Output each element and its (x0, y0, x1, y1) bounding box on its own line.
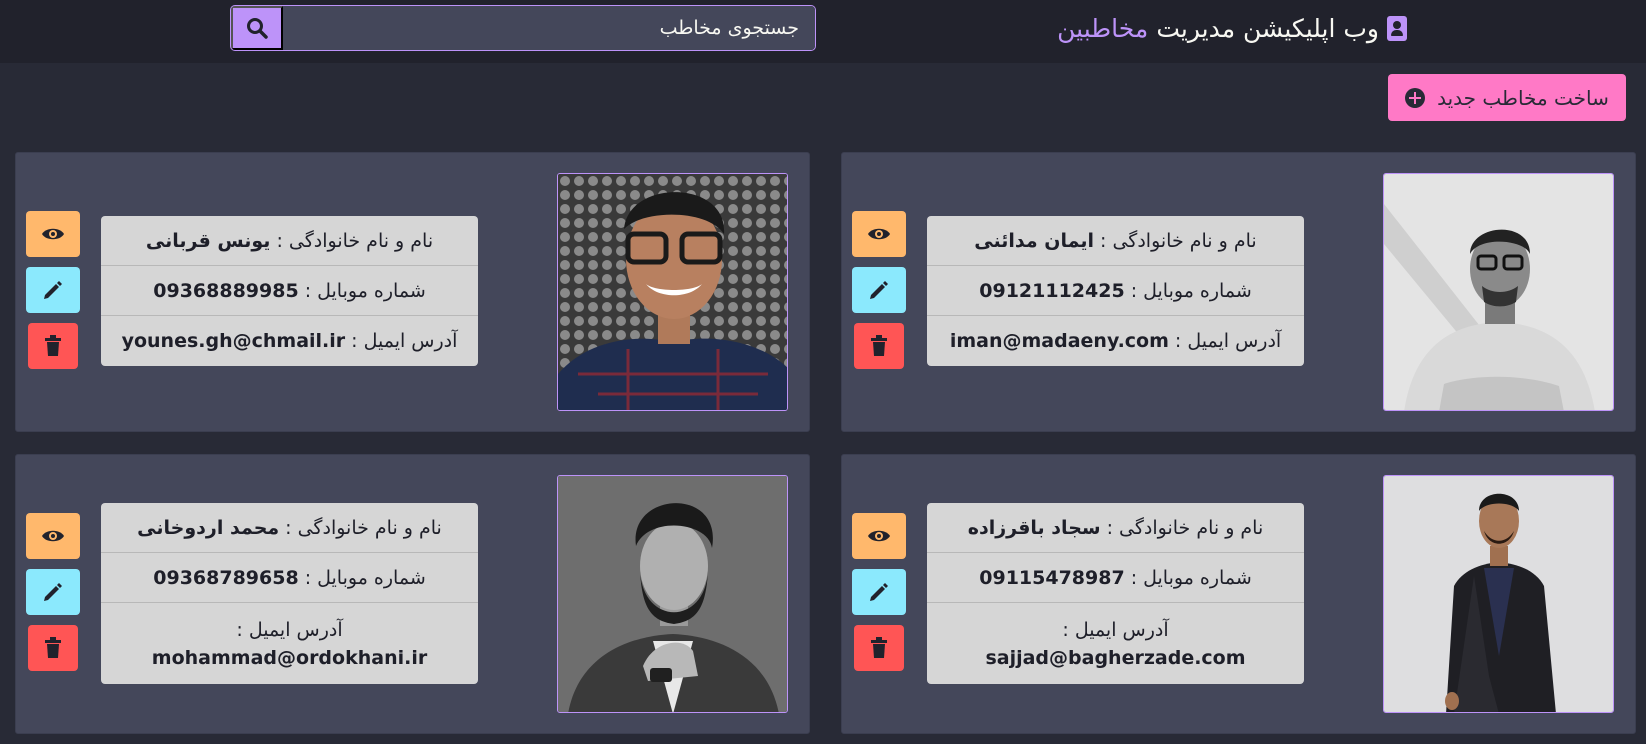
email-value: younes.gh@chmail.ir (121, 330, 346, 352)
contact-card: نام و نام خانوادگی : یونس قربانی شماره م… (15, 152, 810, 432)
mobile-label: شماره موبایل : (1130, 279, 1252, 302)
fullname-value: محمد اردوخانی (137, 516, 280, 539)
contact-actions (26, 513, 80, 671)
trash-icon (871, 637, 887, 658)
email-row: آدرس ایمیل : mohammad@ordokhani.ir (101, 603, 478, 684)
mobile-value: 09115478987 (979, 566, 1125, 589)
fullname-value: سجاد باقرزاده (967, 516, 1101, 539)
edit-contact-button[interactable] (852, 569, 906, 615)
mobile-row: شماره موبایل : 09121112425 (927, 266, 1304, 316)
contact-actions (852, 513, 906, 671)
contact-info: نام و نام خانوادگی : یونس قربانی شماره م… (101, 216, 478, 366)
contact-actions (852, 211, 906, 369)
fullname-row: نام و نام خانوادگی : ایمان مدائنی (927, 216, 1304, 266)
plus-circle-icon (1405, 87, 1426, 108)
fullname-label: نام و نام خانوادگی : (1100, 229, 1257, 252)
email-value: mohammad@ordokhani.ir (151, 646, 428, 669)
fullname-value: یونس قربانی (145, 229, 271, 252)
eye-icon (868, 228, 890, 240)
mobile-value: 09368789658 (153, 566, 299, 589)
pencil-icon (44, 583, 62, 601)
fullname-value: ایمان مدائنی (974, 229, 1095, 252)
email-row: آدرس ایمیل : iman@madaeny.com (927, 316, 1304, 366)
edit-contact-button[interactable] (26, 569, 80, 615)
mobile-label: شماره موبایل : (304, 566, 426, 589)
email-label: آدرس ایمیل : (236, 618, 343, 641)
email-value: sajjad@bagherzade.com (985, 646, 1246, 669)
fullname-row: نام و نام خانوادگی : سجاد باقرزاده (927, 503, 1304, 553)
navbar: وب اپلیکیشن مدیریت مخاطبین (0, 0, 1646, 63)
mobile-row: شماره موبایل : 09115478987 (927, 553, 1304, 603)
contact-photo (1383, 475, 1614, 713)
contact-photo (557, 475, 788, 713)
contact-photo (1383, 173, 1614, 411)
contact-photo (557, 173, 788, 411)
fullname-label: نام و نام خانوادگی : (276, 229, 434, 252)
pencil-icon (44, 281, 62, 299)
view-contact-button[interactable] (26, 211, 80, 257)
delete-contact-button[interactable] (28, 323, 78, 369)
brand-title-accent: مخاطبین (1057, 13, 1149, 43)
mobile-row: شماره موبایل : 09368789658 (101, 553, 478, 603)
mobile-row: شماره موبایل : 09368889985 (101, 266, 478, 316)
email-label: آدرس ایمیل : (351, 330, 458, 352)
email-label: آدرس ایمیل : (1174, 330, 1282, 352)
delete-contact-button[interactable] (854, 625, 904, 671)
contact-card-icon (1387, 15, 1407, 41)
mobile-label: شماره موبایل : (304, 279, 426, 302)
view-contact-button[interactable] (852, 211, 906, 257)
trash-icon (45, 637, 61, 658)
eye-icon (868, 530, 890, 542)
fullname-label: نام و نام خانوادگی : (1106, 516, 1264, 539)
pencil-icon (870, 583, 888, 601)
contact-info: نام و نام خانوادگی : سجاد باقرزاده شماره… (927, 503, 1304, 684)
search-bar (230, 5, 816, 51)
search-icon (247, 18, 268, 39)
contact-card: نام و نام خانوادگی : محمد اردوخانی شماره… (15, 454, 810, 734)
delete-contact-button[interactable] (854, 323, 904, 369)
mobile-value: 09368889985 (153, 279, 299, 302)
email-row: آدرس ایمیل : sajjad@bagherzade.com (927, 603, 1304, 684)
email-label: آدرس ایمیل : (1062, 618, 1169, 641)
delete-contact-button[interactable] (28, 625, 78, 671)
trash-icon (45, 335, 61, 356)
mobile-value: 09121112425 (979, 279, 1125, 302)
fullname-row: نام و نام خانوادگی : محمد اردوخانی (101, 503, 478, 553)
app-brand: وب اپلیکیشن مدیریت مخاطبین (1057, 8, 1407, 48)
view-contact-button[interactable] (852, 513, 906, 559)
search-button[interactable] (231, 6, 283, 50)
contact-info: نام و نام خانوادگی : ایمان مدائنی شماره … (927, 216, 1304, 366)
brand-title: وب اپلیکیشن مدیریت (1156, 13, 1379, 43)
contact-card: نام و نام خانوادگی : ایمان مدائنی شماره … (841, 152, 1636, 432)
search-input[interactable] (283, 6, 815, 50)
view-contact-button[interactable] (26, 513, 80, 559)
eye-icon (42, 228, 64, 240)
eye-icon (42, 530, 64, 542)
fullname-row: نام و نام خانوادگی : یونس قربانی (101, 216, 478, 266)
trash-icon (871, 335, 887, 356)
email-row: آدرس ایمیل : younes.gh@chmail.ir (101, 316, 478, 366)
contact-actions (26, 211, 80, 369)
contact-card: نام و نام خانوادگی : سجاد باقرزاده شماره… (841, 454, 1636, 734)
contact-info: نام و نام خانوادگی : محمد اردوخانی شماره… (101, 503, 478, 684)
mobile-label: شماره موبایل : (1130, 566, 1252, 589)
email-value: iman@madaeny.com (949, 330, 1169, 352)
edit-contact-button[interactable] (26, 267, 80, 313)
pencil-icon (870, 281, 888, 299)
fullname-label: نام و نام خانوادگی : (285, 516, 442, 539)
edit-contact-button[interactable] (852, 267, 906, 313)
create-contact-button[interactable]: ساخت مخاطب جدید (1388, 74, 1626, 121)
create-contact-label: ساخت مخاطب جدید (1437, 85, 1609, 110)
